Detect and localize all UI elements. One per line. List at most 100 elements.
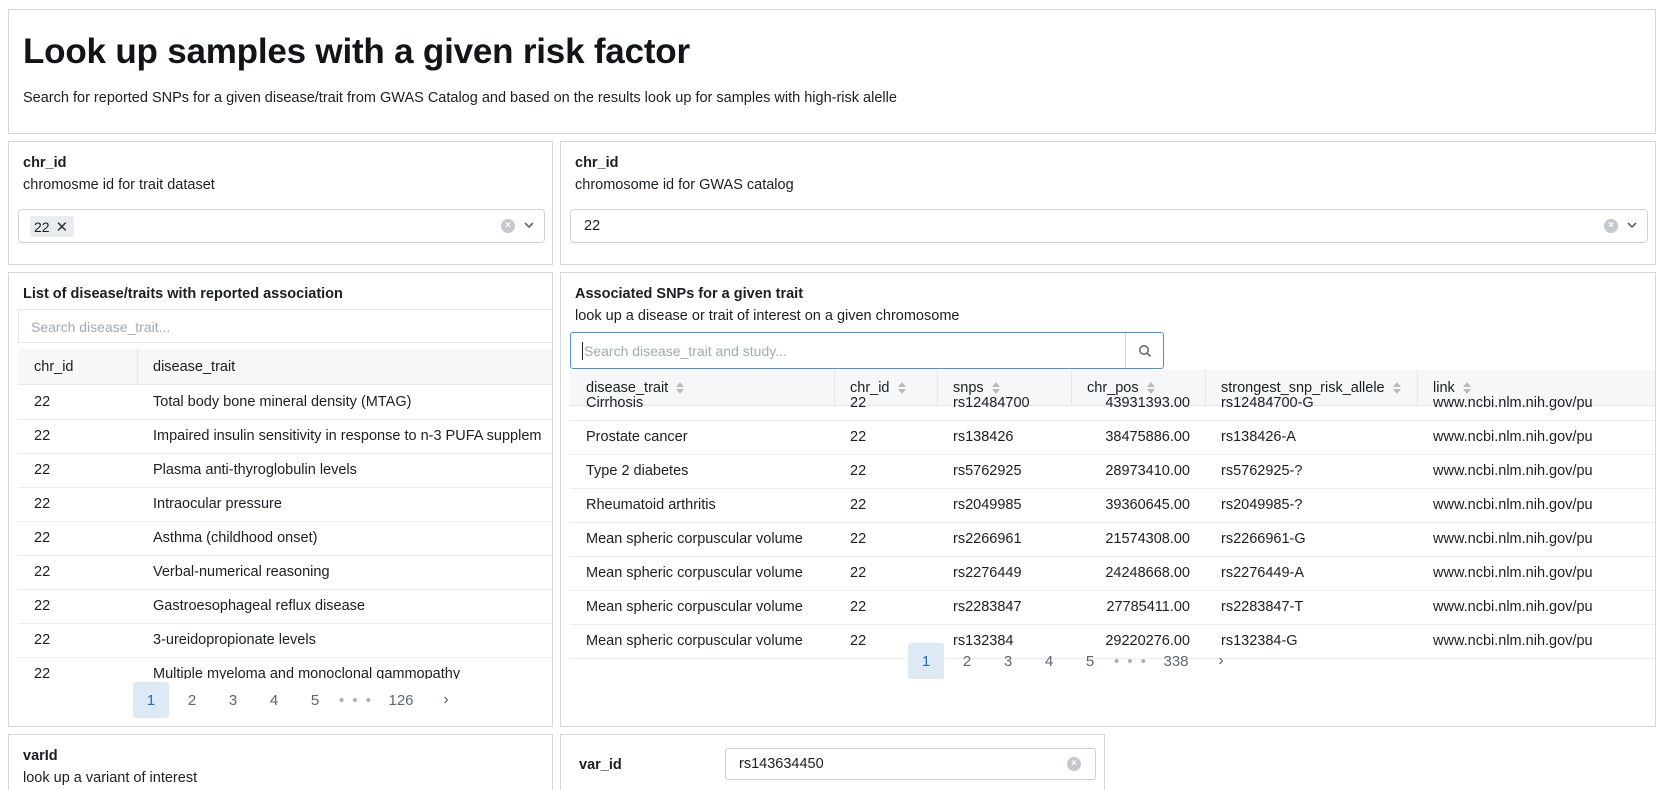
var-lookup-label: varId bbox=[23, 748, 58, 764]
header-card: Look up samples with a given risk factor… bbox=[8, 9, 1656, 134]
cell-chr-pos: 38475886.00 bbox=[1105, 429, 1190, 445]
table-row[interactable]: 22 Total body bone mineral density (MTAG… bbox=[18, 386, 552, 420]
page-button[interactable]: 1 bbox=[908, 643, 944, 679]
gwas-chr-value: 22 bbox=[584, 218, 601, 234]
cell-chr-id: 22 bbox=[850, 429, 867, 445]
table-row[interactable]: Prostate cancer 22 rs138426 38475886.00 … bbox=[570, 421, 1655, 455]
trait-chr-description: chromosme id for trait dataset bbox=[23, 177, 215, 193]
table-row[interactable]: Rheumatoid arthritis 22 rs2049985 393606… bbox=[570, 489, 1655, 523]
snp-search-input[interactable]: Search disease_trait and study... bbox=[570, 332, 1164, 369]
cell-disease-trait: Intraocular pressure bbox=[153, 496, 282, 512]
search-button[interactable] bbox=[1125, 333, 1163, 368]
var-id-value: rs143634450 bbox=[739, 756, 824, 772]
cell-link[interactable]: www.ncbi.nlm.nih.gov/pu bbox=[1433, 633, 1593, 649]
cell-risk-allele: rs5762925-? bbox=[1221, 463, 1303, 479]
next-page-icon[interactable]: › bbox=[1203, 643, 1239, 679]
table-row[interactable]: Mean spheric corpuscular volume 22 rs228… bbox=[570, 591, 1655, 625]
cell-chr-pos: 24248668.00 bbox=[1105, 565, 1190, 581]
page-button[interactable]: 2 bbox=[949, 643, 985, 679]
cell-disease-trait: 3-ureidopropionate levels bbox=[153, 632, 316, 648]
cell-chr-pos: 43931393.00 bbox=[1105, 395, 1190, 411]
page-button[interactable]: 2 bbox=[174, 682, 210, 718]
page-button-last[interactable]: 338 bbox=[1154, 643, 1198, 679]
cell-chr-id: 22 bbox=[850, 565, 867, 581]
cell-snps: rs2266961 bbox=[953, 531, 1022, 547]
chevron-down-icon[interactable] bbox=[522, 218, 536, 232]
page-subtitle: Search for reported SNPs for a given dis… bbox=[23, 90, 897, 106]
cell-disease-trait: Plasma anti-thyroglobulin levels bbox=[153, 462, 357, 478]
trait-chr-select[interactable]: 22 ✕ × bbox=[18, 209, 545, 243]
cell-link[interactable]: www.ncbi.nlm.nih.gov/pu bbox=[1433, 497, 1593, 513]
cell-snps: rs2049985 bbox=[953, 497, 1022, 513]
table-header: chr_id disease_trait bbox=[18, 349, 552, 385]
cell-chr-id: 22 bbox=[34, 564, 51, 580]
cell-disease-trait: Mean spheric corpuscular volume bbox=[586, 565, 803, 581]
cell-link[interactable]: www.ncbi.nlm.nih.gov/pu bbox=[1433, 395, 1593, 411]
clear-icon[interactable]: × bbox=[1604, 219, 1618, 233]
search-placeholder: Search disease_trait and study... bbox=[584, 343, 787, 359]
page-button[interactable]: 5 bbox=[1072, 643, 1108, 679]
trait-search-input[interactable]: Search disease_trait... bbox=[18, 309, 552, 343]
var-id-card: var_id rs143634450 × bbox=[560, 734, 1105, 790]
table-row[interactable]: 22 Plasma anti-thyroglobulin levels bbox=[18, 454, 552, 488]
chevron-down-icon[interactable] bbox=[1625, 218, 1639, 232]
cell-disease-trait: Type 2 diabetes bbox=[586, 463, 689, 479]
table-row[interactable]: Mean spheric corpuscular volume 22 rs226… bbox=[570, 523, 1655, 557]
table-row[interactable]: 22 3-ureidopropionate levels bbox=[18, 624, 552, 658]
page-button-last[interactable]: 126 bbox=[379, 682, 423, 718]
cell-disease-trait: Impaired insulin sensitivity in response… bbox=[153, 428, 542, 444]
column-header-disease-trait[interactable]: disease_trait bbox=[153, 359, 235, 375]
table-row[interactable]: 22 Multiple myeloma and monoclonal gammo… bbox=[18, 658, 552, 679]
table-row[interactable]: 22 Asthma (childhood onset) bbox=[18, 522, 552, 556]
table-row[interactable]: 22 Intraocular pressure bbox=[18, 488, 552, 522]
cell-link[interactable]: www.ncbi.nlm.nih.gov/pu bbox=[1433, 565, 1593, 581]
cell-chr-id: 22 bbox=[34, 428, 51, 444]
chip-remove-icon[interactable]: ✕ bbox=[56, 218, 69, 236]
gwas-chr-description: chromosome id for GWAS catalog bbox=[575, 177, 794, 193]
cell-chr-id: 22 bbox=[850, 395, 867, 411]
page-button[interactable]: 1 bbox=[133, 682, 169, 718]
page-button[interactable]: 3 bbox=[990, 643, 1026, 679]
column-divider[interactable] bbox=[137, 349, 138, 385]
cell-disease-trait: Mean spheric corpuscular volume bbox=[586, 599, 803, 615]
var-id-input[interactable]: rs143634450 × bbox=[725, 748, 1096, 780]
column-header-chr-id[interactable]: chr_id bbox=[34, 359, 74, 375]
trait-chr-label: chr_id bbox=[23, 155, 67, 171]
table-row[interactable]: Type 2 diabetes 22 rs5762925 28973410.00… bbox=[570, 455, 1655, 489]
page-button[interactable]: 4 bbox=[1031, 643, 1067, 679]
page-button[interactable]: 5 bbox=[297, 682, 333, 718]
clear-icon[interactable]: × bbox=[1067, 757, 1081, 771]
table-row[interactable]: Mean spheric corpuscular volume 22 rs227… bbox=[570, 557, 1655, 591]
cell-link[interactable]: www.ncbi.nlm.nih.gov/pu bbox=[1433, 531, 1593, 547]
snps-table-body: Cirrhosis 22 rs12484700 43931393.00 rs12… bbox=[570, 387, 1655, 679]
cell-chr-id: 22 bbox=[850, 633, 867, 649]
cell-link[interactable]: www.ncbi.nlm.nih.gov/pu bbox=[1433, 599, 1593, 615]
page-button[interactable]: 4 bbox=[256, 682, 292, 718]
cell-disease-trait: Multiple myeloma and monoclonal gammopat… bbox=[153, 666, 461, 679]
cell-disease-trait: Mean spheric corpuscular volume bbox=[586, 633, 803, 649]
page-ellipsis[interactable]: • • • bbox=[1113, 643, 1149, 679]
cell-chr-pos: 21574308.00 bbox=[1105, 531, 1190, 547]
page-ellipsis[interactable]: • • • bbox=[338, 682, 374, 718]
table-row[interactable]: Cirrhosis 22 rs12484700 43931393.00 rs12… bbox=[570, 387, 1655, 421]
page-button[interactable]: 3 bbox=[215, 682, 251, 718]
cell-chr-id: 22 bbox=[34, 598, 51, 614]
cell-link[interactable]: www.ncbi.nlm.nih.gov/pu bbox=[1433, 463, 1593, 479]
table-row[interactable]: 22 Gastroesophageal reflux disease bbox=[18, 590, 552, 624]
snps-table-description: look up a disease or trait of interest o… bbox=[575, 308, 960, 324]
cell-disease-trait: Rheumatoid arthritis bbox=[586, 497, 716, 513]
cell-link[interactable]: www.ncbi.nlm.nih.gov/pu bbox=[1433, 429, 1593, 445]
table-row[interactable]: 22 Impaired insulin sensitivity in respo… bbox=[18, 420, 552, 454]
cell-chr-id: 22 bbox=[850, 599, 867, 615]
cell-chr-id: 22 bbox=[850, 497, 867, 513]
text-cursor bbox=[582, 342, 583, 360]
clear-icon[interactable]: × bbox=[501, 219, 515, 233]
cell-risk-allele: rs2276449-A bbox=[1221, 565, 1305, 581]
gwas-chr-select[interactable]: 22 × bbox=[570, 209, 1648, 243]
search-placeholder: Search disease_trait... bbox=[31, 319, 171, 335]
next-page-icon[interactable]: › bbox=[428, 682, 464, 718]
var-lookup-description: look up a variant of interest bbox=[23, 770, 198, 786]
cell-snps: rs138426 bbox=[953, 429, 1014, 445]
cell-risk-allele: rs2049985-? bbox=[1221, 497, 1303, 513]
table-row[interactable]: 22 Verbal-numerical reasoning bbox=[18, 556, 552, 590]
